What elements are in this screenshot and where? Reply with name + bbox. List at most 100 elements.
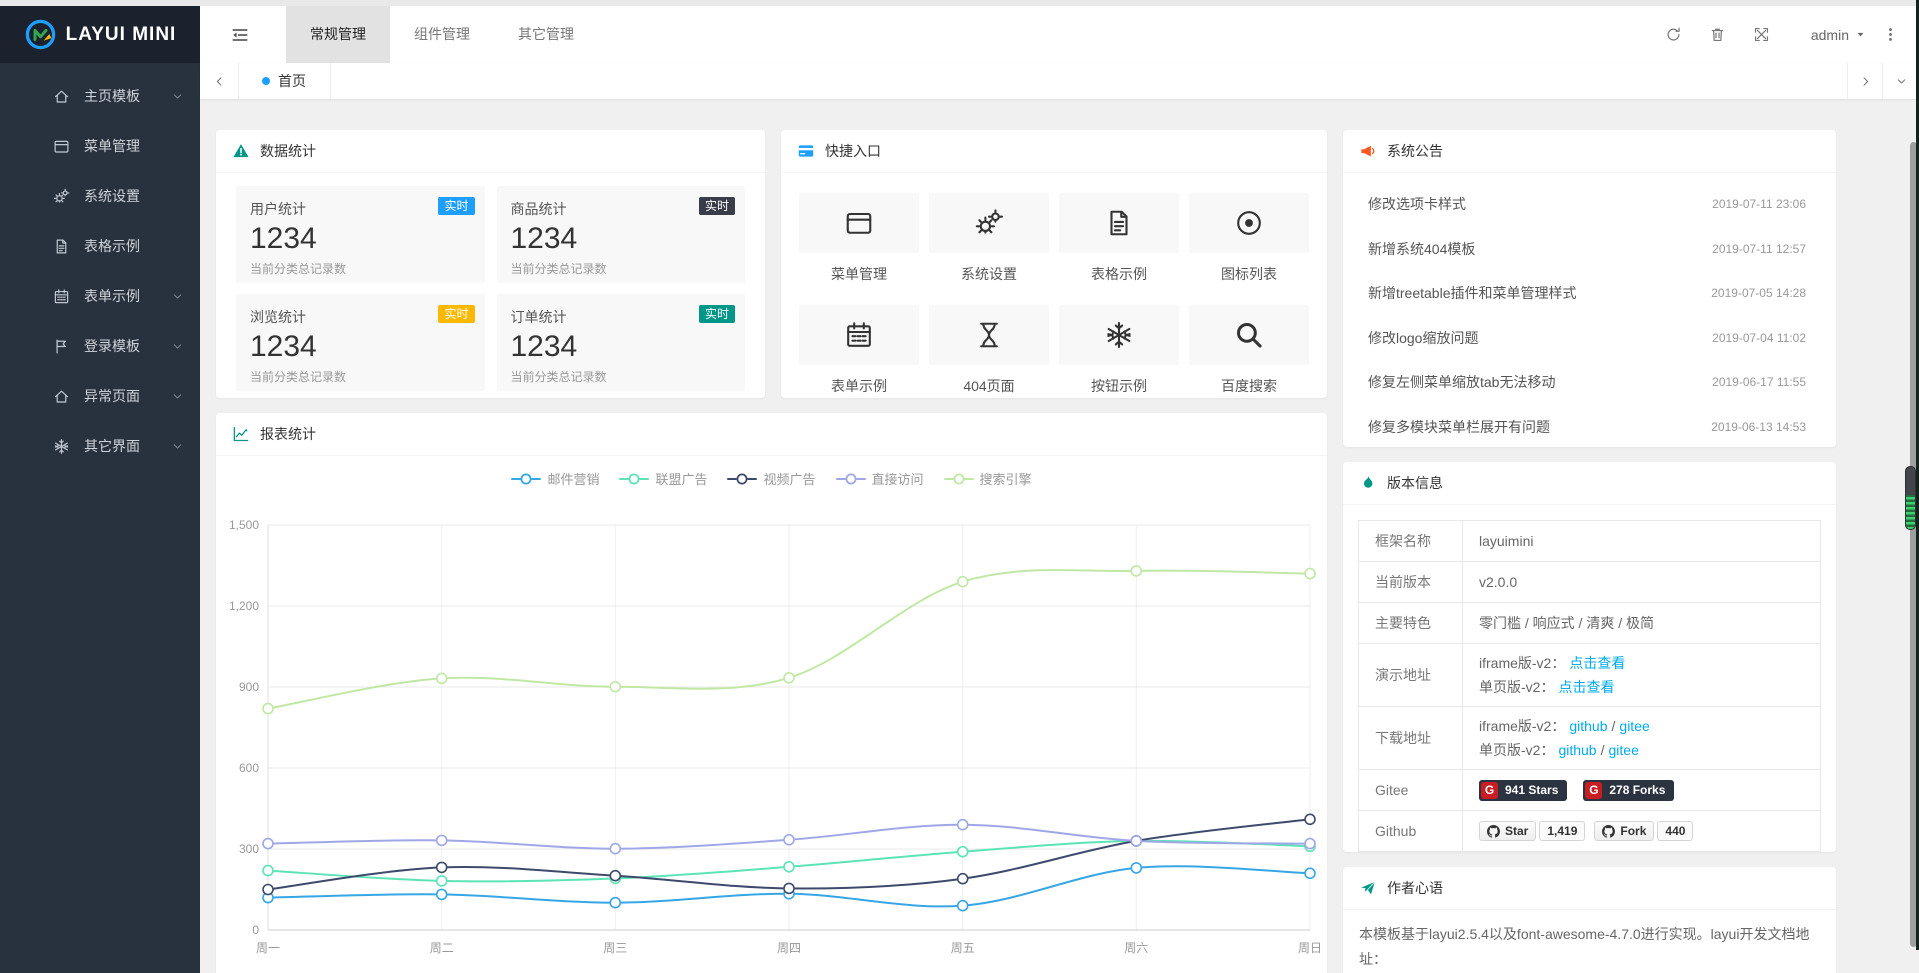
gitee-badge-0[interactable]: G941 Stars bbox=[1479, 780, 1567, 801]
legend-item-2[interactable]: 视频广告 bbox=[727, 469, 815, 488]
stat-label: 商品统计 bbox=[511, 199, 732, 219]
announcement-item-1[interactable]: 新增系统404模板2019-07-11 12:57 bbox=[1368, 227, 1806, 272]
announcements-header: 系统公告 bbox=[1343, 130, 1836, 173]
announcement-text: 修改选项卡样式 bbox=[1368, 194, 1466, 214]
version-row-value: Star1,419 Fork440 bbox=[1463, 811, 1820, 851]
app-title: LAYUI MINI bbox=[66, 24, 177, 46]
sidebar-item-4[interactable]: 表单示例 bbox=[0, 271, 200, 321]
announcement-item-0[interactable]: 修改选项卡样式2019-07-11 23:06 bbox=[1368, 182, 1806, 227]
sidebar-item-1[interactable]: 菜单管理 bbox=[0, 121, 200, 171]
version-link[interactable]: github bbox=[1569, 718, 1607, 734]
sidebar-item-5[interactable]: 登录模板 bbox=[0, 321, 200, 371]
legend-item-1[interactable]: 联盟广告 bbox=[619, 469, 707, 488]
refresh-icon[interactable] bbox=[1665, 26, 1682, 43]
quick-entry-2[interactable]: 表格示例 bbox=[1059, 193, 1179, 284]
link-prefix: iframe版-v2： bbox=[1479, 716, 1565, 736]
announcement-item-3[interactable]: 修改logo缩放问题2019-07-04 11:02 bbox=[1368, 316, 1806, 361]
tabs-scroll-right-icon[interactable] bbox=[1847, 63, 1883, 99]
svg-text:周五: 周五 bbox=[951, 941, 975, 955]
gitee-badge-label: 278 Forks bbox=[1609, 783, 1665, 797]
github-badge-1[interactable]: Fork440 bbox=[1594, 821, 1693, 841]
version-link[interactable]: 点击查看 bbox=[1558, 677, 1614, 697]
version-link[interactable]: 点击查看 bbox=[1569, 653, 1625, 673]
announcement-item-4[interactable]: 修复左侧菜单缩放tab无法移动2019-06-17 11:55 bbox=[1368, 360, 1806, 405]
sidebar-item-3[interactable]: 表格示例 bbox=[0, 221, 200, 271]
announcement-item-5[interactable]: 修复多模块菜单栏展开有问题2019-06-13 14:53 bbox=[1368, 405, 1806, 450]
version-link[interactable]: gitee bbox=[1609, 742, 1639, 758]
header-tab-0[interactable]: 常规管理 bbox=[286, 6, 390, 63]
sidebar-item-7[interactable]: 其它界面 bbox=[0, 421, 200, 471]
legend-marker-icon bbox=[836, 473, 866, 485]
header-tab-1[interactable]: 组件管理 bbox=[390, 6, 494, 63]
tabs-scroll-left-icon[interactable] bbox=[200, 63, 239, 99]
chevron-down-icon bbox=[171, 390, 184, 403]
legend-item-0[interactable]: 邮件营销 bbox=[511, 469, 599, 488]
github-badge-0[interactable]: Star1,419 bbox=[1479, 821, 1585, 841]
calendar-icon bbox=[50, 288, 72, 305]
chart-canvas: 03006009001,2001,500周一周二周三周四周五周六周日 bbox=[216, 498, 1327, 973]
realtime-badge: 实时 bbox=[438, 197, 474, 215]
announcement-date: 2019-07-04 11:02 bbox=[1712, 331, 1806, 345]
card-data-stats: 数据统计 用户统计1234当前分类总记录数实时商品统计1234当前分类总记录数实… bbox=[216, 130, 765, 398]
version-row-label: 演示地址 bbox=[1359, 644, 1463, 706]
sidebar-item-label: 表格示例 bbox=[84, 236, 140, 256]
version-table: 框架名称layuimini当前版本v2.0.0主要特色零门槛 / 响应式 / 清… bbox=[1358, 520, 1821, 852]
version-row-value: iframe版-v2：点击查看单页版-v2：点击查看 bbox=[1463, 644, 1820, 706]
sidebar-item-0[interactable]: 主页模板 bbox=[0, 71, 200, 121]
quick-entry-7[interactable]: 百度搜索 bbox=[1189, 305, 1309, 396]
announcement-text: 修复多模块菜单栏展开有问题 bbox=[1368, 417, 1550, 437]
quick-entry-0[interactable]: 菜单管理 bbox=[799, 193, 919, 284]
tabs-menu-icon[interactable] bbox=[1882, 63, 1919, 99]
version-row-label: 下载地址 bbox=[1359, 707, 1463, 769]
version-row-4: 下载地址iframe版-v2：github / gitee单页版-v2：gith… bbox=[1359, 707, 1820, 770]
announcement-date: 2019-06-17 11:55 bbox=[1712, 375, 1806, 389]
stat-label: 订单统计 bbox=[511, 307, 732, 327]
header-tab-2[interactable]: 其它管理 bbox=[494, 6, 598, 63]
app-logo[interactable]: LAYUI MINI bbox=[0, 6, 200, 63]
quick-entry-label: 按钮示例 bbox=[1059, 376, 1179, 396]
version-row-5: GiteeG941 StarsG278 Forks bbox=[1359, 770, 1820, 811]
sidebar-item-6[interactable]: 异常页面 bbox=[0, 371, 200, 421]
collapse-sidebar-icon[interactable] bbox=[230, 25, 250, 45]
more-menu-icon[interactable] bbox=[1882, 26, 1899, 43]
legend-item-3[interactable]: 直接访问 bbox=[836, 469, 924, 488]
stat-value: 1234 bbox=[250, 222, 471, 256]
author-header: 作者心语 bbox=[1343, 867, 1836, 910]
author-body: 本模板基于layui2.5.4以及font-awesome-4.7.0进行实现。… bbox=[1343, 910, 1836, 973]
fullscreen-icon[interactable] bbox=[1753, 26, 1770, 43]
sidebar-item-2[interactable]: 系统设置 bbox=[0, 171, 200, 221]
version-row-1: 当前版本v2.0.0 bbox=[1359, 562, 1820, 603]
megaphone-icon bbox=[1359, 142, 1377, 160]
clear-cache-icon[interactable] bbox=[1709, 26, 1726, 43]
tab-home[interactable]: 首页 bbox=[238, 63, 331, 99]
card-window-icon bbox=[797, 142, 815, 160]
github-button-label: Fork bbox=[1620, 824, 1646, 838]
version-row-value: iframe版-v2：github / gitee单页版-v2：github /… bbox=[1463, 707, 1820, 769]
user-menu[interactable]: admin bbox=[1811, 27, 1866, 43]
stat-card-2: 浏览统计1234当前分类总记录数实时 bbox=[236, 294, 485, 391]
quick-entry-icon-box bbox=[1059, 193, 1179, 253]
snowflake-icon bbox=[50, 438, 72, 455]
link-separator: / bbox=[1612, 718, 1616, 734]
version-link[interactable]: github bbox=[1558, 742, 1596, 758]
scrollbar-thumb[interactable] bbox=[1905, 466, 1916, 530]
gitee-badge-1[interactable]: G278 Forks bbox=[1583, 780, 1674, 801]
report-header: 报表统计 bbox=[216, 413, 1327, 456]
legend-item-4[interactable]: 搜索引擎 bbox=[944, 469, 1032, 488]
home-icon bbox=[50, 88, 72, 105]
announcement-item-2[interactable]: 新增treetable插件和菜单管理样式2019-07-05 14:28 bbox=[1368, 271, 1806, 316]
svg-text:900: 900 bbox=[239, 680, 259, 694]
sidebar-nav: 主页模板菜单管理系统设置表格示例表单示例登录模板异常页面其它界面 bbox=[0, 63, 200, 471]
quick-entry-6[interactable]: 按钮示例 bbox=[1059, 305, 1179, 396]
quick-entry-3[interactable]: 图标列表 bbox=[1189, 193, 1309, 284]
version-link[interactable]: gitee bbox=[1619, 718, 1649, 734]
quick-entry-1[interactable]: 系统设置 bbox=[929, 193, 1049, 284]
version-row-2: 主要特色零门槛 / 响应式 / 清爽 / 极简 bbox=[1359, 603, 1820, 644]
legend-label: 直接访问 bbox=[872, 469, 924, 488]
file-icon bbox=[50, 238, 72, 255]
quick-entry-4[interactable]: 表单示例 bbox=[799, 305, 919, 396]
announcement-date: 2019-07-05 14:28 bbox=[1711, 286, 1806, 300]
username: admin bbox=[1811, 27, 1849, 43]
line-chart[interactable]: 03006009001,2001,500周一周二周三周四周五周六周日 bbox=[216, 498, 1327, 973]
quick-entry-5[interactable]: 404页面 bbox=[929, 305, 1049, 396]
